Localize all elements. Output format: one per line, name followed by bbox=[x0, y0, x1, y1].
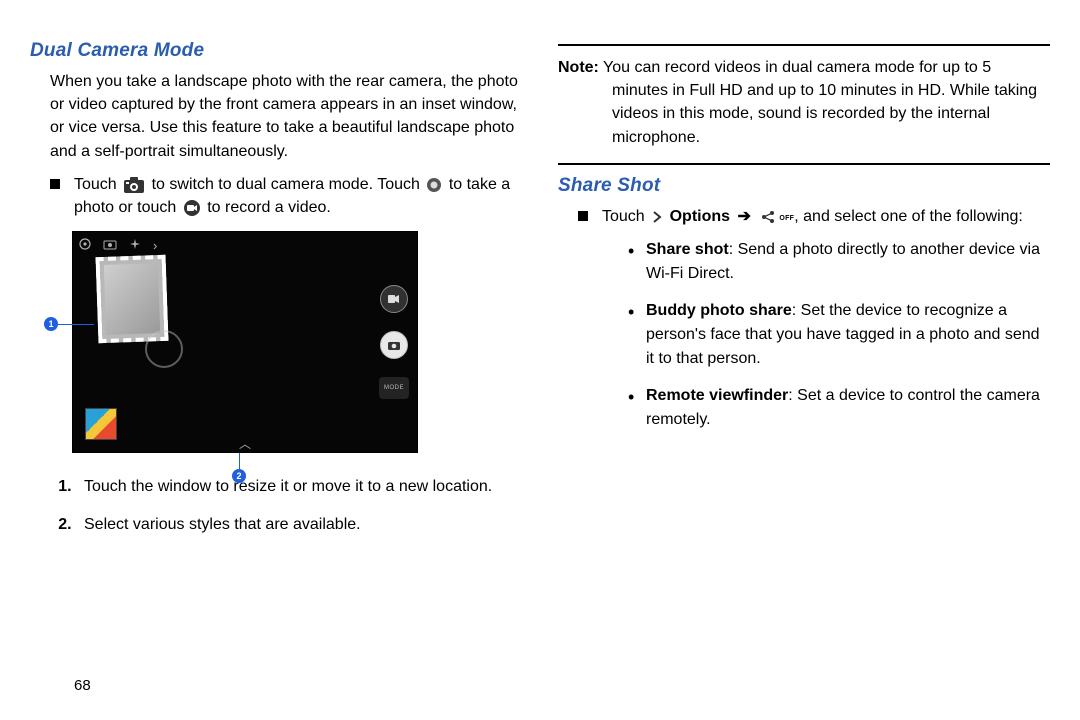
step-1: Touch the window to resize it or move it… bbox=[76, 475, 522, 499]
intro-paragraph: When you take a landscape photo with the… bbox=[50, 70, 522, 163]
gallery-thumbnail bbox=[85, 408, 117, 440]
square-bullet-icon bbox=[50, 179, 60, 189]
note-text: You can record videos in dual camera mod… bbox=[603, 59, 1037, 146]
term-share-shot: Share shot bbox=[646, 241, 729, 258]
top-divider bbox=[558, 44, 1050, 46]
dual-camera-icon bbox=[123, 176, 145, 194]
note-label: Note: bbox=[558, 59, 599, 76]
options-label: Options bbox=[670, 208, 730, 225]
heading-dual-camera: Dual Camera Mode bbox=[30, 40, 522, 62]
text-touch-2: Touch bbox=[602, 208, 645, 225]
mode-button: MODE bbox=[379, 377, 409, 399]
share-instruction-bullet: Touch Options ➔ OFF, and select one of t… bbox=[578, 205, 1050, 446]
focus-circle-icon bbox=[145, 330, 183, 368]
camera-screenshot: › MODE ︿ 1 2 bbox=[72, 231, 416, 453]
callout-1-line bbox=[58, 324, 94, 325]
record-button bbox=[380, 285, 408, 313]
instruction-bullet: Touch to switch to dual camera mode. Tou… bbox=[50, 173, 522, 219]
shutter-icon bbox=[426, 177, 442, 193]
left-column: Dual Camera Mode When you take a landsca… bbox=[30, 40, 522, 700]
term-buddy-photo: Buddy photo share bbox=[646, 302, 792, 319]
text-post: to record a video. bbox=[207, 199, 331, 216]
page-number: 68 bbox=[74, 677, 91, 694]
effects-icon bbox=[129, 238, 141, 253]
heading-share-shot: Share Shot bbox=[558, 175, 1050, 197]
chevron-right-icon bbox=[651, 210, 663, 224]
share-off-icon bbox=[760, 209, 776, 225]
text-mid-1: to switch to dual camera mode. Touch bbox=[152, 176, 420, 193]
note-paragraph: Note: You can record videos in dual came… bbox=[558, 56, 1050, 149]
bottom-divider bbox=[558, 163, 1050, 165]
arrow-icon: ➔ bbox=[738, 208, 751, 225]
right-column: Note: You can record videos in dual came… bbox=[558, 40, 1050, 700]
numbered-steps: Touch the window to resize it or move it… bbox=[30, 475, 522, 537]
off-label: OFF bbox=[779, 214, 794, 224]
callout-2-line bbox=[239, 453, 240, 469]
shutter-button bbox=[380, 331, 408, 359]
text-tail: , and select one of the following: bbox=[794, 208, 1023, 225]
dualcam-top-icon bbox=[103, 238, 117, 253]
option-share-shot: Share shot: Send a photo directly to ano… bbox=[628, 238, 1050, 285]
share-options-list: Share shot: Send a photo directly to ano… bbox=[602, 238, 1050, 432]
settings-gear-icon bbox=[79, 238, 91, 253]
text-touch-1: Touch bbox=[74, 176, 117, 193]
chevron-up-icon: ︿ bbox=[239, 435, 251, 452]
term-remote-viewfinder: Remote viewfinder bbox=[646, 387, 788, 404]
chevron-right-icon: › bbox=[153, 238, 157, 253]
option-buddy-photo: Buddy photo share: Set the device to rec… bbox=[628, 299, 1050, 370]
callout-1: 1 bbox=[44, 317, 58, 331]
square-bullet-icon bbox=[578, 211, 588, 221]
step-2: Select various styles that are available… bbox=[76, 513, 522, 537]
option-remote-viewfinder: Remote viewfinder: Set a device to contr… bbox=[628, 384, 1050, 431]
record-video-icon bbox=[183, 199, 201, 217]
